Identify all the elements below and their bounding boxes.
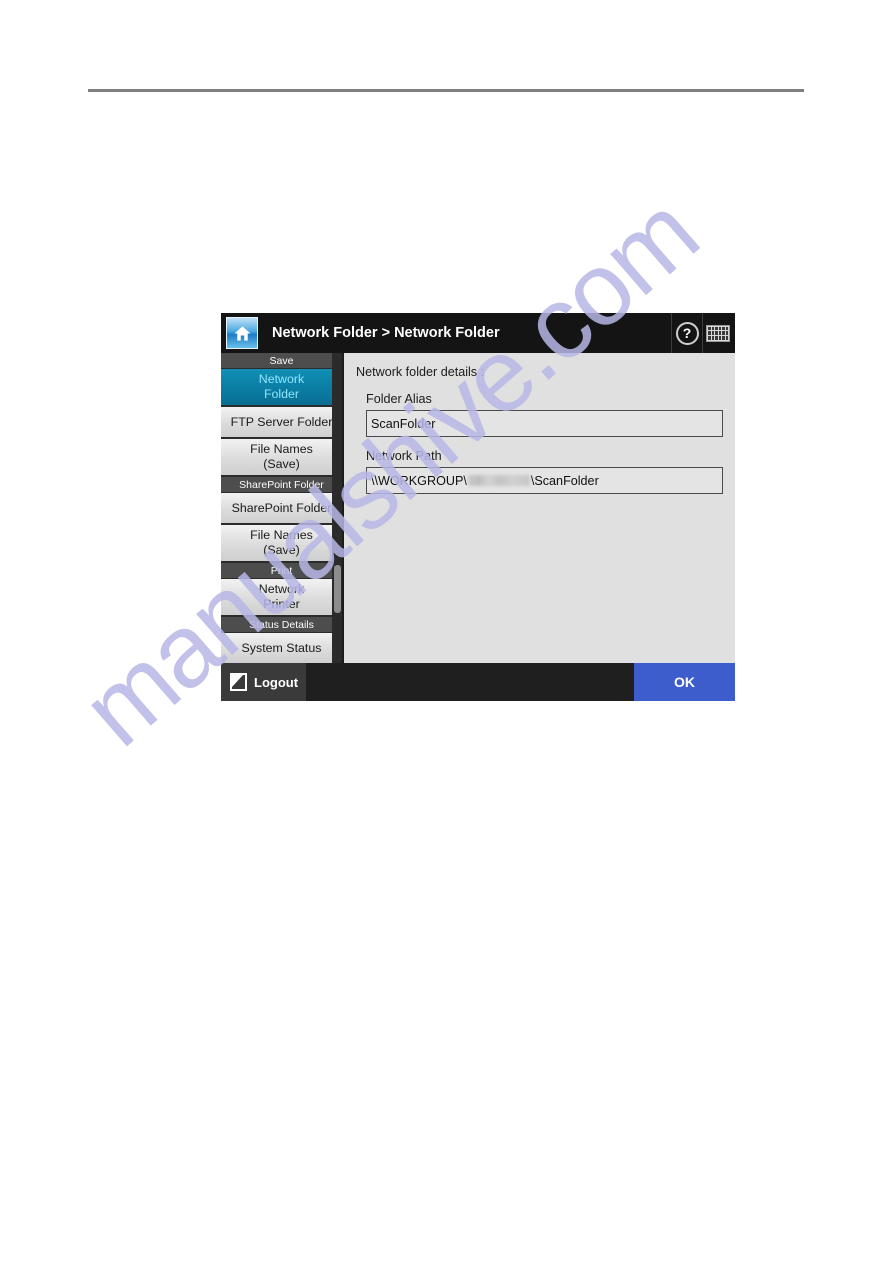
logout-label: Logout	[254, 674, 299, 690]
network-path-value-prefix: \\WORKGROUP\	[371, 473, 467, 488]
sidebar-item-label-2: Folder	[263, 387, 300, 401]
device-header: Network Folder > Network Folder ?	[221, 313, 735, 353]
sidebar-section-status-details: Status Details	[221, 617, 342, 633]
sidebar-scrollbar-thumb[interactable]	[334, 565, 341, 613]
sidebar-item-label-2: (Save)	[263, 457, 300, 471]
sidebar-item-sharepoint-folder[interactable]: SharePoint Folder	[221, 493, 342, 525]
help-button[interactable]: ?	[671, 313, 702, 353]
sidebar-item-network-printer[interactable]: Network Printer	[221, 579, 342, 617]
sidebar-section-sharepoint-folder: SharePoint Folder	[221, 477, 342, 493]
logout-button[interactable]: Logout	[221, 663, 306, 701]
network-path-input[interactable]: \\WORKGROUP\ \ScanFolder	[366, 467, 723, 494]
network-path-value-suffix: \ScanFolder	[530, 473, 599, 488]
sidebar-scrollbar[interactable]	[332, 353, 342, 663]
device-screenshot: Network Folder > Network Folder ? Save N…	[221, 313, 735, 701]
sidebar-item-label: Network	[258, 582, 305, 597]
sidebar-item-label: Network	[258, 372, 305, 387]
logout-icon	[230, 673, 247, 691]
sidebar: Save Network Folder FTP Server Folder Fi…	[221, 353, 342, 663]
footer-spacer	[306, 663, 634, 701]
sidebar-item-label: FTP Server Folder	[230, 414, 333, 429]
sidebar-item-label: File Names	[250, 442, 313, 457]
network-path-label: Network Path	[366, 449, 442, 463]
sidebar-item-label: System Status	[241, 640, 322, 655]
page-horizontal-rule	[88, 89, 804, 92]
sidebar-item-ftp-server-folder[interactable]: FTP Server Folder	[221, 407, 342, 439]
sidebar-item-network-folder[interactable]: Network Folder	[221, 369, 342, 407]
sidebar-item-label: File Names	[250, 528, 313, 543]
sidebar-section-save: Save	[221, 353, 342, 369]
content-title: Network folder details :	[356, 365, 485, 379]
sidebar-menu: Save Network Folder FTP Server Folder Fi…	[221, 353, 342, 663]
sidebar-item-file-names-save-2[interactable]: File Names (Save)	[221, 525, 342, 563]
keyboard-button[interactable]	[702, 313, 735, 353]
keyboard-icon	[706, 324, 730, 342]
ok-button[interactable]: OK	[634, 663, 735, 701]
help-icon: ?	[675, 321, 699, 345]
folder-alias-value: ScanFolder	[371, 416, 436, 431]
home-icon	[233, 324, 252, 343]
page-title: Network Folder > Network Folder	[272, 325, 500, 341]
sidebar-item-label: SharePoint Folder	[231, 500, 332, 515]
folder-alias-label: Folder Alias	[366, 392, 432, 406]
content-panel: Network folder details : Folder Alias Sc…	[342, 353, 735, 663]
device-footer: Logout OK	[221, 663, 735, 701]
sidebar-item-label-2: Printer	[263, 597, 300, 611]
sidebar-item-file-names-save-1[interactable]: File Names (Save)	[221, 439, 342, 477]
sidebar-item-label-2: (Save)	[263, 543, 300, 557]
sidebar-item-system-status[interactable]: System Status	[221, 633, 342, 663]
network-path-redacted-block	[467, 475, 530, 486]
sidebar-section-print: Print	[221, 563, 342, 579]
home-button[interactable]	[226, 317, 258, 349]
device-body: Save Network Folder FTP Server Folder Fi…	[221, 353, 735, 663]
folder-alias-input[interactable]: ScanFolder	[366, 410, 723, 437]
